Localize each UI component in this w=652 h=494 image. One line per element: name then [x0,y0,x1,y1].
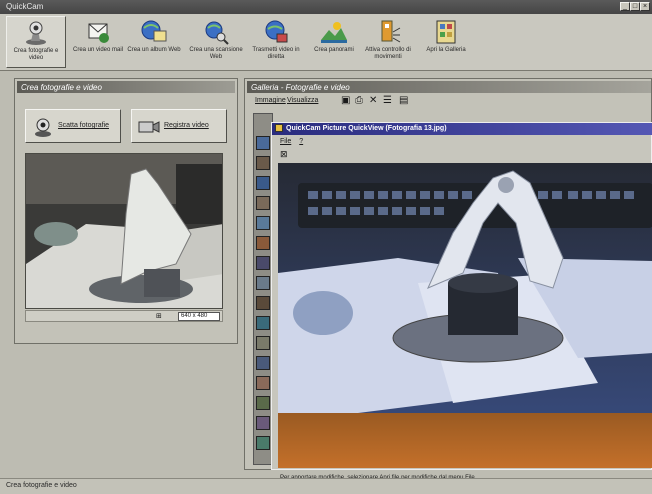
motion-detect-icon [381,20,401,43]
gallery-header: Galleria - Fotografie e video [247,81,651,93]
thumbnail[interactable] [256,236,270,250]
camera-icon [35,118,51,137]
gallery-title: Galleria - Fotografie e video [251,83,350,92]
view-mode-icon[interactable]: ▤ [399,95,408,106]
video-mail-icon [88,23,109,43]
toolbar-broadcast-button[interactable]: Trasmetti video in diretta [246,16,306,68]
toolbar-motion-button[interactable]: Attiva controllo di movimenti [358,16,418,68]
thumbnail[interactable] [256,316,270,330]
toolbar-label: Crea una scansione Web [189,47,243,60]
toolbar-label: Crea un video mail [72,47,124,53]
resolution-icon: ⊞ [156,313,162,320]
toolbar-label: Crea panorami [314,47,354,53]
camera-icon [26,21,46,45]
quickview-title: QuickCam Picture QuickView (Fotografia 1… [286,125,447,132]
photo-image [278,163,652,468]
thumbnail[interactable] [256,436,270,450]
toolbar-webscan-button[interactable]: Crea una scansione Web [186,16,246,68]
toolbar-label: Trasmetti video in diretta [252,47,300,60]
quickview-photo [278,163,652,468]
panorama-icon [321,22,347,43]
main-toolbar: Crea fotografie e video Crea un video ma… [0,14,652,71]
toolbar-capture-button[interactable]: Crea fotografie e video [6,16,66,68]
resolution-select[interactable]: 640 x 480 [178,312,220,321]
web-album-icon [141,20,167,42]
snap-photo-label: Scatta fotografie [58,122,109,129]
thumbnail[interactable] [256,196,270,210]
quickview-menu-bar: File ? [280,138,303,145]
delete-icon[interactable]: ✕ [369,95,377,106]
thumbnail[interactable] [256,136,270,150]
minimize-button[interactable]: _ [620,2,630,11]
toolbar-webalbum-button[interactable]: Crea un album Web [124,16,184,68]
thumbnail[interactable] [256,256,270,270]
thumbnail-strip [253,113,273,465]
title-bar: QuickCam _ □ × [0,0,652,14]
quickview-menu-file[interactable]: File [280,138,291,145]
thumbnail[interactable] [256,416,270,430]
video-camera-icon [138,121,160,133]
status-bar: Crea fotografie e video [0,478,652,494]
capture-panel: Crea fotografie e video Scatta fotografi… [14,78,238,344]
webcam-preview-image [26,154,222,308]
print-icon[interactable]: ⎙ [355,95,363,106]
toolbar-label: Crea un album Web [127,47,181,53]
toolbar-videomail-button[interactable]: Crea un video mail [68,16,128,68]
window-title: QuickCam [6,2,44,11]
quickview-title-bar: QuickCam Picture QuickView (Fotografia 1… [272,123,652,135]
thumbnail[interactable] [256,276,270,290]
thumbnail[interactable] [256,216,270,230]
gallery-menu-view[interactable]: Visualizza [287,97,318,104]
toolbar-gallery-button[interactable]: Apri la Galleria [416,16,476,68]
web-search-icon [205,21,229,45]
capture-panel-header: Crea fotografie e video [17,81,235,93]
thumbnail[interactable] [256,296,270,310]
capture-panel-title: Crea fotografie e video [21,83,102,92]
thumbnail[interactable] [256,356,270,370]
preview-status-bar: ⊞ 640 x 480 [25,310,223,322]
save-icon[interactable]: ▣ [341,95,350,106]
gallery-menu-bar: Immagine Visualizza ▣ ⎙ ✕ ☰ ▤ [249,95,649,109]
status-text: Crea fotografie e video [6,482,77,489]
live-broadcast-icon [265,20,288,43]
thumbnail[interactable] [256,376,270,390]
toolbar-label: Crea fotografie e video [13,48,59,61]
maximize-button[interactable]: □ [630,2,640,11]
close-button[interactable]: × [640,2,650,11]
thumbnail[interactable] [256,156,270,170]
gallery-menu-image[interactable]: Immagine [255,97,286,104]
thumbnail[interactable] [256,336,270,350]
quickview-window: QuickCam Picture QuickView (Fotografia 1… [271,122,652,481]
record-video-label: Registra video [164,122,209,129]
properties-icon[interactable]: ☰ [383,95,392,106]
quickview-menu-help[interactable]: ? [299,138,303,145]
record-video-button[interactable]: Registra video [131,109,227,143]
toolbar-label: Attiva controllo di movimenti [365,47,411,60]
toolbar-panorama-button[interactable]: Crea panorami [304,16,364,68]
app-window: QuickCam _ □ × Crea fotografie e video C… [0,0,652,494]
gallery-icon [436,20,456,44]
live-preview [25,153,223,309]
toolbar-label: Apri la Galleria [426,47,466,53]
snap-photo-button[interactable]: Scatta fotografie [25,109,121,143]
fit-window-icon[interactable]: ⊠ [280,149,288,160]
thumbnail[interactable] [256,176,270,190]
quickview-app-icon [275,124,283,132]
thumbnail[interactable] [256,396,270,410]
